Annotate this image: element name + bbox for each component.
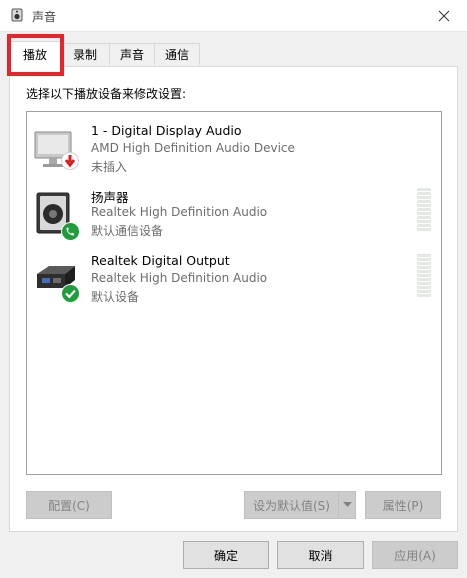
- tab-label: 录制: [72, 48, 97, 62]
- device-item-digital-display[interactable]: 1 - Digital Display Audio AMD High Defin…: [27, 120, 441, 184]
- device-status: 未插入: [91, 160, 128, 174]
- instruction-text: 选择以下播放设备来修改设置:: [26, 87, 187, 101]
- device-driver: AMD High Definition Audio Device: [91, 141, 295, 155]
- tab-sounds[interactable]: 声音: [109, 43, 155, 65]
- speaker-icon: [11, 8, 23, 22]
- button-label: 属性(P): [382, 498, 424, 513]
- volume-meter: [417, 254, 431, 300]
- tab-label: 声音: [119, 48, 144, 62]
- button-label: 取消: [308, 548, 333, 563]
- phone-icon: [61, 222, 80, 241]
- cancel-button[interactable]: 取消: [277, 541, 364, 569]
- ok-button[interactable]: 确定: [183, 541, 269, 569]
- window-title: 声音: [32, 10, 57, 24]
- button-label: 设为默认值(S): [253, 498, 330, 513]
- title-bar: 声音: [0, 0, 467, 32]
- tab-recording[interactable]: 录制: [60, 43, 110, 65]
- configure-button[interactable]: 配置(C): [26, 491, 112, 519]
- highlight-box: [7, 34, 64, 76]
- chevron-down-icon: [342, 502, 352, 507]
- tab-communications[interactable]: 通信: [154, 43, 200, 65]
- device-driver: Realtek High Definition Audio: [91, 271, 268, 285]
- close-button[interactable]: [421, 0, 467, 31]
- device-status: 默认设备: [91, 290, 140, 304]
- device-name: Realtek Digital Output: [91, 253, 230, 268]
- unplugged-arrow-icon: [61, 152, 79, 170]
- tab-label: 通信: [164, 48, 189, 62]
- button-label: 配置(C): [48, 498, 90, 513]
- device-item-speakers[interactable]: 扬声器 Realtek High Definition Audio 默认通信设备: [27, 184, 441, 248]
- apply-button[interactable]: 应用(A): [372, 541, 458, 569]
- device-name: 扬声器: [91, 190, 129, 205]
- set-default-dropdown[interactable]: [338, 491, 356, 519]
- device-item-digital-output[interactable]: Realtek Digital Output Realtek High Defi…: [27, 250, 441, 314]
- properties-button[interactable]: 属性(P): [365, 491, 441, 519]
- playback-panel: 选择以下播放设备来修改设置: 1 - Digital Display Audio…: [9, 66, 458, 532]
- device-name: 1 - Digital Display Audio: [91, 123, 242, 138]
- device-list[interactable]: 1 - Digital Display Audio AMD High Defin…: [26, 111, 442, 475]
- device-status: 默认通信设备: [91, 224, 164, 238]
- close-icon: [438, 10, 450, 21]
- volume-meter: [417, 188, 431, 234]
- check-icon: [61, 284, 80, 303]
- set-default-button[interactable]: 设为默认值(S): [244, 491, 339, 519]
- device-driver: Realtek High Definition Audio: [91, 205, 268, 219]
- button-label: 确定: [213, 548, 238, 563]
- button-label: 应用(A): [394, 548, 436, 563]
